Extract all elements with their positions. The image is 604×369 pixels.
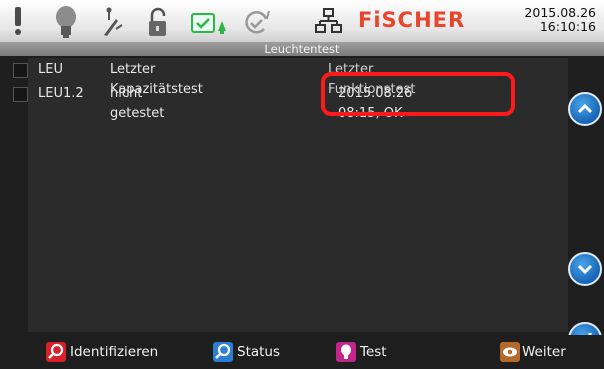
chevron-down-icon: [577, 264, 593, 275]
next-button[interactable]: Weiter: [500, 341, 566, 363]
row-checkbox[interactable]: [13, 87, 28, 102]
page-title: Leuchtentest: [0, 42, 604, 56]
lightbulb-test-icon: [336, 342, 356, 362]
select-all-checkbox[interactable]: [13, 63, 28, 78]
bottom-toolbar: Identifizieren Status Test Weiter: [0, 335, 604, 367]
exclamation-icon[interactable]: [8, 5, 38, 37]
time-text: 16:10:16: [539, 19, 596, 34]
battery-check-icon[interactable]: [190, 5, 228, 37]
lightbulb-icon[interactable]: [52, 5, 82, 38]
eye-icon: [500, 342, 520, 362]
cell-capacity-test: nicht getestet: [110, 86, 165, 121]
search-red-icon: [46, 342, 66, 362]
chevron-up-icon: [577, 103, 593, 114]
date-time: 2015.08.26 16:10:16: [524, 6, 596, 34]
refresh-check-icon[interactable]: [242, 5, 272, 37]
test-button[interactable]: Test: [336, 341, 387, 363]
column-header-leu: LEU: [38, 62, 63, 77]
identify-label: Identifizieren: [70, 344, 159, 360]
fischer-logo: FiSCHER: [358, 8, 466, 32]
network-icon[interactable]: [314, 5, 344, 37]
top-status-bar: FiSCHER 2015.08.26 16:10:16: [0, 0, 604, 42]
next-label: Weiter: [522, 344, 566, 360]
padlock-icon[interactable]: [144, 5, 174, 37]
scroll-down-button[interactable]: [568, 252, 602, 286]
status-label: Status: [237, 344, 281, 360]
identify-button[interactable]: Identifizieren: [46, 341, 158, 363]
scroll-up-button[interactable]: [568, 92, 602, 126]
plug-icon[interactable]: [100, 5, 130, 37]
test-label: Test: [360, 344, 387, 360]
search-blue-icon: [213, 342, 233, 362]
date-text: 2015.08.26: [524, 5, 596, 20]
status-button[interactable]: Status: [213, 341, 280, 363]
cell-leu-name: LEU1.2: [38, 86, 84, 101]
highlight-box: [321, 72, 515, 116]
